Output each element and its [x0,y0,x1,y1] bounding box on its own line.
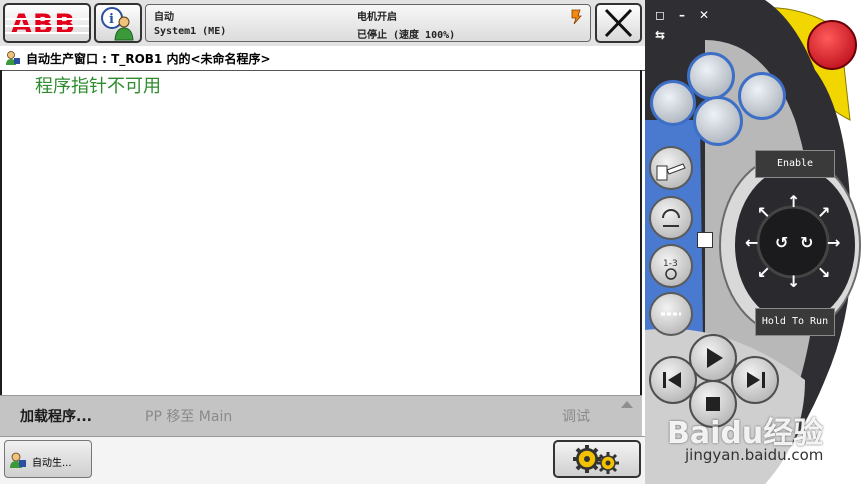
increment-icon [661,312,681,316]
jog-right-arrow-icon[interactable]: → [827,233,840,252]
close-icon [604,8,633,38]
step-back-icon [663,372,681,388]
command-bar: 加载程序... PP 移至 Main 调试 [0,395,642,436]
toggle-axis-button[interactable]: 1-3 [649,244,693,288]
jog-indicator [697,232,713,248]
warning-icon [571,9,582,25]
select-mechanical-unit-button[interactable] [649,146,693,190]
step-forward-button[interactable] [731,356,779,404]
jog-down-arrow-icon[interactable]: ↓ [787,272,800,291]
abb-menu-button[interactable]: ABB [3,3,91,43]
status-panel[interactable]: 自动 System1 (ME) 电机开启 已停止 (速度 100%) [145,4,591,42]
watermark-url: jingyan.baidu.com [685,446,824,464]
debug-button[interactable]: 调试 [562,406,590,426]
play-icon [707,348,723,368]
reorient-icon [662,209,680,227]
enable-label[interactable]: Enable [755,150,835,178]
logo-stripe [5,32,89,34]
swap-icon[interactable]: ⇆ [652,27,668,43]
programmable-key-3[interactable] [650,80,696,126]
logo-stripe [5,18,89,20]
motor-state: 电机开启 [357,12,397,23]
close-button[interactable] [595,3,642,43]
rotate-ccw-arrow-icon[interactable]: ↺ [775,233,788,252]
jog-down-right-arrow-icon[interactable]: ↘ [817,263,830,282]
production-window-icon [6,51,20,65]
quickset-gears-icon [573,445,619,474]
toggle-motion-mode-button[interactable] [649,196,693,240]
window-title: 自动生产窗口 : T_ROB1 内的<未命名程序> [26,52,271,66]
content-border-left [0,70,2,395]
step-forward-icon [747,372,765,388]
jog-up-arrow-icon[interactable]: ↑ [787,192,800,211]
program-state: 已停止 (速度 100%) [357,30,456,41]
restore-window-icon[interactable]: ◻ [652,7,668,23]
svg-text:i: i [109,12,114,27]
expand-up-icon[interactable] [619,399,635,409]
pp-to-main-button[interactable]: PP 移至 Main [145,406,232,426]
toggle-increment-button[interactable] [649,292,693,336]
top-bar: ABB i 自动 System1 (ME) 电机开启 已停止 (速度 100%) [0,0,645,47]
quickset-button[interactable] [553,440,641,478]
hold-to-run-button[interactable]: Hold To Run [755,308,835,336]
jog-up-left-arrow-icon[interactable]: ↖ [757,203,770,222]
taskbar-production-window[interactable]: 自动生... [4,440,92,478]
minimize-window-icon[interactable]: – [674,7,690,23]
flexpendant-screen: ABB i 自动 System1 (ME) 电机开启 已停止 (速度 100%) [0,0,645,484]
jog-down-left-arrow-icon[interactable]: ↙ [757,263,770,282]
taskbar-item-label: 自动生... [32,458,72,469]
rotate-cw-arrow-icon[interactable]: ↻ [800,233,813,252]
production-window-icon [10,452,26,468]
axis-icon: 1-3 [663,259,678,280]
program-pointer-message: 程序指针不可用 [35,76,161,97]
programmable-key-2[interactable] [738,72,786,120]
load-program-button[interactable]: 加载程序... [20,406,92,426]
operating-mode: 自动 [154,12,174,23]
close-window-icon[interactable]: ✕ [696,7,712,23]
logo-stripe [5,25,89,27]
jog-up-right-arrow-icon[interactable]: ↗ [817,203,830,222]
pendant-hardware: ◻ – ✕ ⇆ 1-3 Enable Hold To Run ↑ ↓ ← → ↖… [645,0,865,484]
taskbar: 自动生... [0,436,645,484]
programmable-key-1[interactable] [687,52,735,100]
programmable-key-4[interactable] [693,96,743,146]
svg-text:1-3: 1-3 [663,259,678,269]
mechanical-unit-icon [656,163,686,181]
jog-left-arrow-icon[interactable]: ← [745,233,758,252]
window-title-bar: 自动生产窗口 : T_ROB1 内的<未命名程序> [0,46,645,71]
content-border-right [640,70,642,395]
emergency-stop-button[interactable] [807,20,857,70]
event-log-button[interactable]: i [94,3,142,43]
system-name: System1 (ME) [154,26,227,37]
info-person-icon: i [101,7,134,41]
